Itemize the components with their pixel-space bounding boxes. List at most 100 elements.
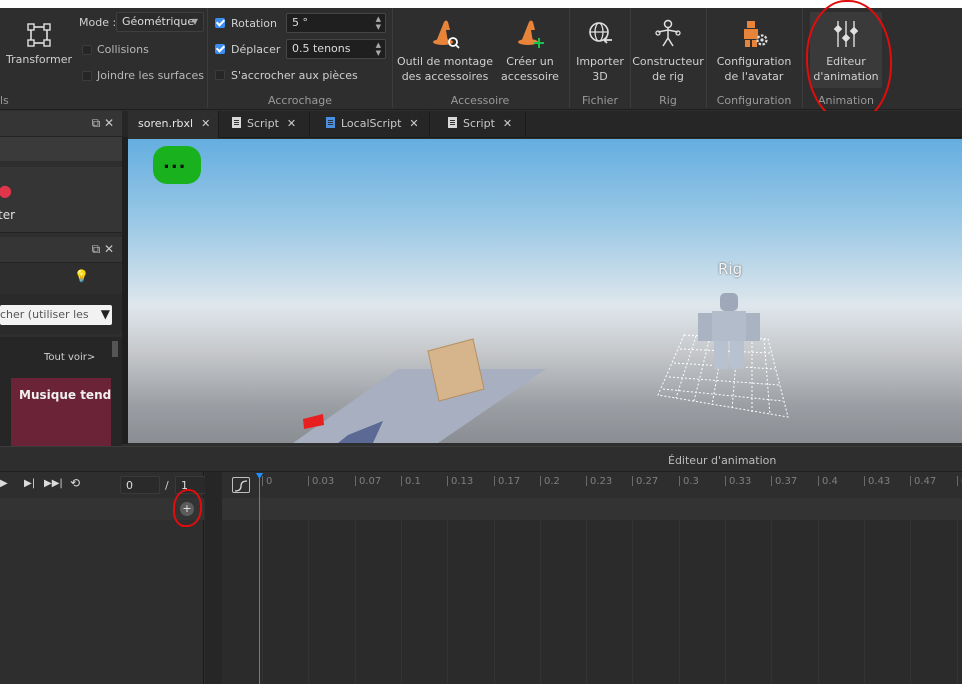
animation-editor-title: Éditeur d'animation xyxy=(668,454,777,467)
accessory-tool-label-2: des accessoires xyxy=(401,70,489,83)
timeline-tick-label: 0.47 xyxy=(914,476,937,487)
timeline-tick-mark xyxy=(494,476,495,486)
3d-viewport[interactable]: ... Rig xyxy=(128,139,962,443)
timeline-tick-mark xyxy=(632,476,633,486)
timeline-tick-label: 0.2 xyxy=(544,476,560,487)
script-icon xyxy=(448,117,457,128)
panel-subheader xyxy=(0,137,122,161)
rotation-input[interactable]: 5 ° ▲ ▼ xyxy=(286,13,386,33)
import-3d-button[interactable]: Importer 3D xyxy=(572,18,628,84)
transform-icon xyxy=(27,23,51,47)
timeline-tick-mark xyxy=(771,476,772,486)
document-tabs: soren.rbxl ✕ Script ✕ LocalScript ✕ Script ✕ xyxy=(122,111,962,138)
close-icon[interactable]: ✕ xyxy=(409,117,418,130)
ribbon-toolbar: Transformer ls Mode : Géométrique ▼ Coll… xyxy=(0,0,962,124)
ribbon-divider xyxy=(706,8,707,108)
tab-label: Script xyxy=(247,117,279,130)
mode-dropdown[interactable]: Géométrique ▼ xyxy=(116,12,204,32)
panel-window-controls[interactable]: ⧉ ✕ xyxy=(92,242,114,257)
tab-localscript[interactable]: LocalScript ✕ xyxy=(316,111,430,138)
close-icon[interactable]: ✕ xyxy=(503,117,512,130)
snap-to-parts-label: S'accrocher aux pièces xyxy=(231,69,358,82)
import-3d-label-2: 3D xyxy=(592,70,608,83)
ribbon-divider xyxy=(802,8,803,108)
avatar-gear-icon xyxy=(744,21,768,47)
rotation-label: Rotation xyxy=(231,17,278,30)
tab-soren-rbxl[interactable]: soren.rbxl ✕ xyxy=(128,111,219,138)
animation-editor-header: Éditeur d'animation xyxy=(0,446,962,472)
lightbulb-icon[interactable]: 💡 xyxy=(74,269,89,283)
transform-label: Transformer xyxy=(5,53,72,66)
ribbon-divider xyxy=(569,8,570,108)
search-input[interactable]: cher (utiliser les ▼ xyxy=(0,305,112,325)
timeline-tick-mark xyxy=(308,476,309,486)
tab-script-1[interactable]: Script ✕ xyxy=(222,111,310,138)
snapping-group-label: Accrochage xyxy=(268,94,332,107)
move-input[interactable]: 0.5 tenons ▲ ▼ xyxy=(286,39,386,59)
playhead-line[interactable] xyxy=(259,476,260,684)
join-surfaces-checkbox[interactable] xyxy=(82,71,92,81)
close-icon[interactable]: ✕ xyxy=(201,117,210,130)
accessory-fitting-tool-button[interactable]: Outil de montage des accessoires xyxy=(396,16,494,84)
tab-label: LocalScript xyxy=(341,117,402,130)
rig-name-label: Rig xyxy=(718,260,743,278)
rig-skeleton-icon xyxy=(655,19,681,47)
timeline-tick-label: 0.43 xyxy=(868,476,891,487)
search-row: cher (utiliser les ▼ xyxy=(0,294,122,334)
move-label: Déplacer xyxy=(231,43,281,56)
collisions-checkbox[interactable] xyxy=(82,45,92,55)
configuration-group-label: Configuration xyxy=(716,94,792,107)
move-checkbox[interactable] xyxy=(215,44,225,54)
timeline-tick-label: 0.17 xyxy=(498,476,521,487)
timeline-tick-mark xyxy=(679,476,680,486)
transform-button[interactable]: Transformer xyxy=(4,22,74,67)
search-placeholder: cher (utiliser les xyxy=(0,308,89,321)
annotation-circle xyxy=(806,0,892,124)
tab-script-2[interactable]: Script ✕ xyxy=(438,111,526,138)
music-card[interactable]: Musique tendar xyxy=(11,378,111,446)
bomb-icon: ● xyxy=(0,181,12,200)
globe-import-icon xyxy=(589,22,612,44)
timeline-tick-label: 0.3 xyxy=(683,476,699,487)
timeline-tick-label: 0.07 xyxy=(359,476,382,487)
file-group-label: Fichier xyxy=(582,94,618,107)
panel-window-controls[interactable]: ⧉ ✕ xyxy=(92,116,114,131)
snap-to-parts-checkbox[interactable] xyxy=(215,70,225,80)
create-accessory-button[interactable]: Créer un accessoire xyxy=(496,16,564,84)
baseplate xyxy=(293,369,546,443)
spinner-icon[interactable]: ▲ ▼ xyxy=(376,41,381,57)
timeline-track-row xyxy=(222,498,962,520)
tab-label: Script xyxy=(463,117,495,130)
ribbon-divider xyxy=(630,8,631,108)
filter-icon[interactable]: ▼ xyxy=(101,307,110,321)
see-all-link[interactable]: Tout voir> xyxy=(44,352,95,363)
spinner-icon[interactable]: ▲ ▼ xyxy=(376,15,381,31)
timeline-tick-label: 0.33 xyxy=(729,476,752,487)
scrollbar-thumb[interactable] xyxy=(112,341,118,357)
create-accessory-label-2: accessoire xyxy=(501,70,559,83)
move-value: 0.5 tenons xyxy=(292,42,351,55)
timeline-tick-mark xyxy=(818,476,819,486)
rig-builder-button[interactable]: Constructeur de rig xyxy=(632,18,704,84)
close-icon[interactable]: ✕ xyxy=(287,117,296,130)
window-top-strip xyxy=(0,0,962,8)
timeline-tick-mark xyxy=(586,476,587,486)
rig-builder-label-2: de rig xyxy=(652,70,684,83)
timeline-tick-label: 0 xyxy=(266,476,273,487)
avatar-setup-button[interactable]: Configuration de l'avatar xyxy=(710,18,798,84)
timeline-tick-label: 0.23 xyxy=(590,476,613,487)
timeline-tick-mark xyxy=(401,476,402,486)
accessory-tool-label-1: Outil de montage xyxy=(396,55,494,68)
timeline-tick-mark xyxy=(540,476,541,486)
left-panel: ⧉ ✕ ● ter ⧉ ✕ 💡 cher (utiliser les ▼ Tou… xyxy=(0,111,122,446)
tab-label: soren.rbxl xyxy=(138,117,194,130)
timeline-tick-mark xyxy=(864,476,865,486)
plugin-tile[interactable]: ● ter xyxy=(0,167,122,233)
localscript-icon xyxy=(326,117,335,128)
track-divider xyxy=(205,472,222,684)
timeline-tick-mark xyxy=(262,476,263,486)
avatar-setup-label-1: Configuration xyxy=(716,55,792,68)
wizard-hat-plus-icon xyxy=(518,20,544,48)
rotation-checkbox[interactable] xyxy=(215,18,225,28)
rig-character xyxy=(698,293,760,369)
